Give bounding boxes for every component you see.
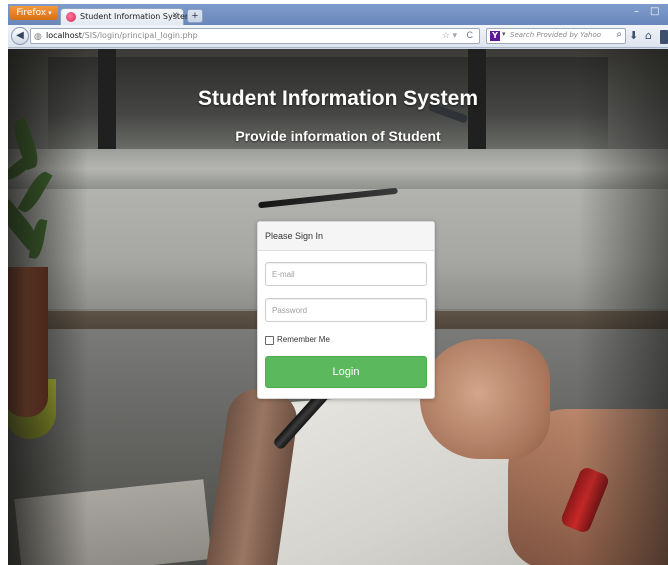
globe-icon: ◍ bbox=[34, 31, 42, 41]
address-host: localhost bbox=[46, 31, 82, 40]
password-field[interactable] bbox=[265, 298, 427, 322]
background-shade-left bbox=[8, 49, 88, 565]
new-tab-button[interactable]: + bbox=[187, 9, 203, 23]
login-button[interactable]: Login bbox=[265, 356, 427, 388]
page-subtitle: Provide information of Student bbox=[235, 128, 441, 144]
window-minimize-button[interactable]: – bbox=[634, 6, 639, 17]
background-shade-right bbox=[578, 49, 668, 565]
address-bar[interactable]: ◍ localhost/SIS/login/principal_login.ph… bbox=[30, 28, 480, 44]
firefox-menu-label: Firefox bbox=[16, 8, 47, 18]
search-engine-dropdown-icon[interactable]: ▾ bbox=[502, 30, 506, 38]
navigation-toolbar: ◀ ◍ localhost/SIS/login/principal_login.… bbox=[8, 25, 668, 48]
back-button[interactable]: ◀ bbox=[11, 27, 29, 45]
toolbar-extra-icon[interactable] bbox=[660, 30, 668, 44]
search-bar[interactable]: Y ▾ Search Provided by Yahoo ⌕ bbox=[486, 28, 626, 44]
remember-me-label[interactable]: Remember Me bbox=[277, 335, 330, 344]
address-url: localhost/SIS/login/principal_login.php bbox=[46, 31, 198, 40]
home-icon[interactable]: ⌂ bbox=[645, 29, 652, 42]
reload-icon[interactable]: C bbox=[467, 30, 474, 40]
login-panel: Please Sign In Remember Me Login bbox=[257, 221, 435, 399]
window-maximize-button[interactable]: □ bbox=[650, 6, 659, 17]
login-panel-title: Please Sign In bbox=[265, 231, 324, 241]
tab-student-information-system[interactable]: Student Information System × bbox=[60, 8, 193, 25]
search-placeholder: Search Provided by Yahoo bbox=[510, 31, 602, 39]
page-title: Student Information System bbox=[197, 87, 479, 110]
address-path: /SIS/login/principal_login.php bbox=[81, 31, 198, 40]
background-right-hand bbox=[420, 339, 550, 459]
download-arrow-icon[interactable]: ⬇ bbox=[629, 29, 638, 42]
firefox-menu-button[interactable]: Firefox ▾ bbox=[10, 6, 58, 20]
background-sill bbox=[8, 149, 668, 189]
email-field[interactable] bbox=[265, 262, 427, 286]
page-content: Student Information System Provide infor… bbox=[8, 49, 668, 565]
login-panel-heading: Please Sign In bbox=[258, 222, 434, 251]
star-icon[interactable]: ☆ ▾ bbox=[442, 30, 457, 41]
back-arrow-icon: ◀ bbox=[16, 30, 24, 41]
tab-close-icon[interactable]: × bbox=[172, 10, 178, 21]
tab-strip: Firefox ▾ Student Information System × + … bbox=[8, 4, 668, 25]
browser-window: Firefox ▾ Student Information System × + … bbox=[8, 4, 668, 565]
yahoo-engine-icon[interactable]: Y bbox=[490, 31, 500, 41]
remember-me-checkbox[interactable] bbox=[265, 336, 274, 345]
magnifier-icon[interactable]: ⌕ bbox=[616, 29, 622, 40]
tab-favicon-icon bbox=[66, 12, 76, 22]
dropdown-caret-icon: ▾ bbox=[48, 9, 52, 17]
